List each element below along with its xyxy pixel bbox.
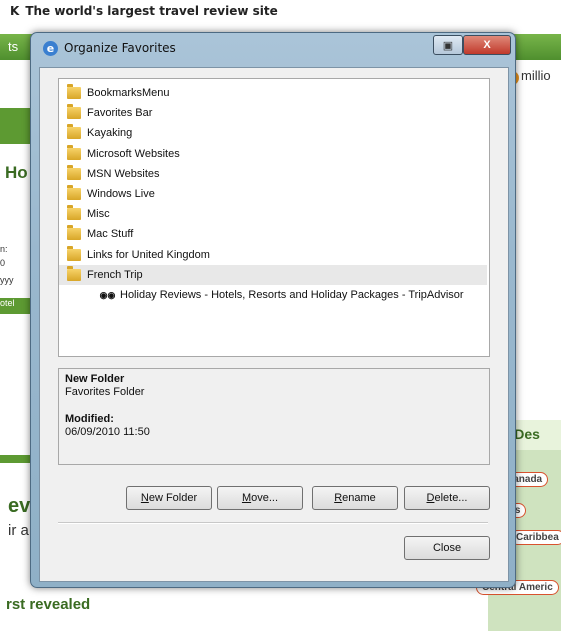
folder-icon xyxy=(67,124,81,140)
tree-item-label: Misc xyxy=(87,208,110,221)
tree-folder-item[interactable]: Microsoft Websites xyxy=(67,144,180,164)
left-field-value: 0 xyxy=(0,258,6,268)
tree-folder-item[interactable]: Favorites Bar xyxy=(67,103,152,123)
info-modified-value: 06/09/2010 11:50 xyxy=(65,426,150,438)
info-kind: Favorites Folder xyxy=(65,386,145,398)
tree-item-label: French Trip xyxy=(87,268,143,281)
delete-label: elete... xyxy=(434,492,468,504)
background-ir: ir a xyxy=(8,522,29,539)
tree-folder-item[interactable]: Links for United Kingdom xyxy=(67,245,210,265)
rename-label: ename xyxy=(342,492,376,504)
tree-folder-item[interactable]: Mac Stuff xyxy=(67,224,133,244)
tree-item-label: Mac Stuff xyxy=(87,228,134,241)
dialog-titlebar[interactable]: e Organize Favorites xyxy=(43,33,176,63)
site-tagline-text: The world's largest travel review site xyxy=(25,4,278,18)
tree-item-label: Links for United Kingdom xyxy=(87,248,210,261)
folder-icon xyxy=(67,104,81,120)
dialog-body: BookmarksMenu Favorites Bar Kayaking Micros… xyxy=(39,67,509,582)
millions-text: millio xyxy=(521,68,551,83)
tree-item-label: Holiday Reviews - Hotels, Resorts and Ho… xyxy=(120,289,464,301)
info-modified-label: Modified: xyxy=(65,413,114,425)
favorites-tree[interactable]: BookmarksMenu Favorites Bar Kayaking Micros… xyxy=(58,78,490,357)
site-tagline: K The world's largest travel review site xyxy=(10,4,278,18)
background-heading: Ho xyxy=(5,163,28,182)
folder-icon xyxy=(67,225,81,241)
left-field-label: n: xyxy=(0,244,8,254)
dialog-title: Organize Favorites xyxy=(64,41,176,55)
tree-folder-item[interactable]: Windows Live xyxy=(67,184,155,204)
tree-item-label: Microsoft Websites xyxy=(87,147,180,160)
new-folder-label: ew Folder xyxy=(148,492,198,504)
close-button[interactable]: Close xyxy=(404,536,490,560)
rename-button[interactable]: Rename xyxy=(312,486,398,510)
left-field-date: yyy xyxy=(0,275,14,285)
owl-icon: ◉◉ xyxy=(99,290,116,300)
background-left-panel xyxy=(0,108,34,144)
tree-folder-item[interactable]: MSN Websites xyxy=(67,164,160,184)
folder-icon xyxy=(67,164,81,180)
tree-item-label: BookmarksMenu xyxy=(87,87,170,99)
left-button: otel xyxy=(0,298,30,314)
organize-favorites-dialog: e Organize Favorites ▣ X BookmarksMenu Fa… xyxy=(30,32,516,588)
tree-folder-item[interactable]: French Trip xyxy=(59,264,487,285)
folder-icon xyxy=(67,245,81,261)
tree-folder-item[interactable]: Misc xyxy=(67,204,110,224)
folder-icon xyxy=(67,265,81,281)
tree-item-label: Windows Live xyxy=(87,188,155,200)
background-revealed: rst revealed xyxy=(6,596,91,613)
map-pill-caribbean: Caribbea xyxy=(510,530,561,545)
restore-button[interactable]: ▣ xyxy=(433,35,463,55)
folder-icon xyxy=(67,185,81,200)
folder-icon xyxy=(67,84,81,99)
folder-icon xyxy=(67,144,81,160)
tree-folder-item[interactable]: Kayaking xyxy=(67,123,132,143)
background-ev: ev xyxy=(8,495,31,517)
tree-item-label: MSN Websites xyxy=(87,167,160,180)
delete-button[interactable]: Delete... xyxy=(404,486,490,510)
folder-icon xyxy=(67,205,81,221)
new-folder-button[interactable]: New Folder xyxy=(126,486,212,510)
ie-icon: e xyxy=(43,40,58,56)
site-logo-letter: K xyxy=(10,4,20,18)
tree-item-label: Favorites Bar xyxy=(87,107,153,120)
tree-item-label: Kayaking xyxy=(87,127,133,140)
dialog-separator xyxy=(58,522,488,524)
tree-link-item[interactable]: ◉◉ Holiday Reviews - Hotels, Resorts and … xyxy=(99,285,464,305)
folder-info-panel: New Folder Favorites Folder Modified: 06… xyxy=(58,368,490,465)
background-left-strip xyxy=(0,455,34,463)
move-label: ove... xyxy=(251,492,279,504)
close-window-button[interactable]: X xyxy=(463,35,511,55)
nav-fragment: ts xyxy=(8,39,19,54)
info-name: New Folder xyxy=(65,373,125,385)
tree-folder-item[interactable]: BookmarksMenu xyxy=(67,83,170,103)
move-button[interactable]: Move... xyxy=(217,486,303,510)
